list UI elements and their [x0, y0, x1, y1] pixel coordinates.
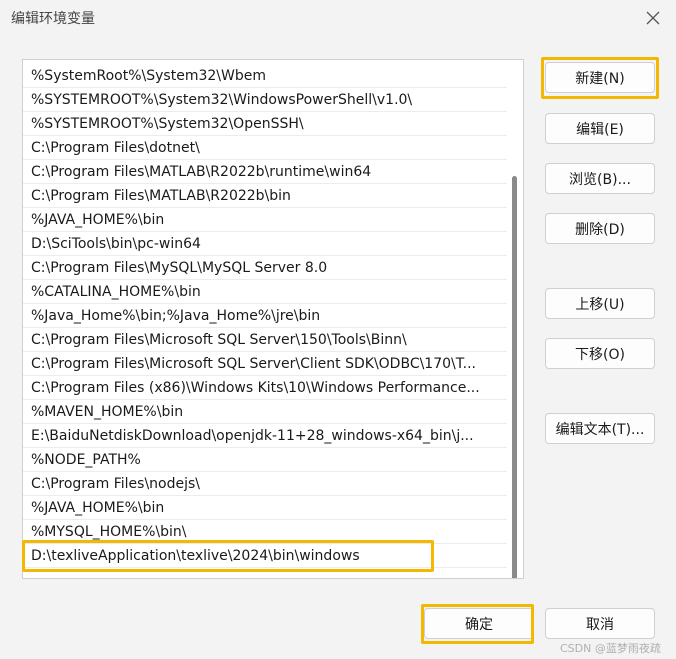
path-list-item-text: C:\Program Files\nodejs\: [31, 476, 201, 492]
path-list-item[interactable]: C:\Program Files\Microsoft SQL Server\15…: [23, 328, 507, 352]
path-list-item-text: C:\Program Files\Microsoft SQL Server\15…: [31, 332, 407, 348]
path-list-item-text: C:\Program Files\MATLAB\R2022b\runtime\w…: [31, 164, 372, 180]
path-list-item[interactable]: %SystemRoot%\System32\Wbem: [23, 64, 507, 88]
path-list-item[interactable]: %CATALINA_HOME%\bin: [23, 280, 507, 304]
path-list-item-text: %Java_Home%\bin;%Java_Home%\jre\bin: [31, 308, 321, 324]
path-list-item-text: C:\Program Files (x86)\Windows Kits\10\W…: [31, 380, 480, 396]
path-list-item-text: %JAVA_HOME%\bin: [31, 500, 165, 516]
close-icon: [646, 11, 660, 25]
path-list-item[interactable]: C:\Program Files\MySQL\MySQL Server 8.0: [23, 256, 507, 280]
path-list-item-text: %MYSQL_HOME%\bin\: [31, 524, 187, 540]
path-list-item-text: %SYSTEMROOT%\System32\OpenSSH\: [31, 116, 304, 132]
delete-button[interactable]: 删除(D): [545, 213, 655, 244]
path-list-item-text: C:\Program Files\MySQL\MySQL Server 8.0: [31, 260, 328, 276]
path-list-item-text: E:\BaiduNetdiskDownload\openjdk-11+28_wi…: [31, 428, 474, 444]
path-list: %SystemRoot%\System32\Wbem %SYSTEMROOT%\S…: [23, 64, 507, 568]
path-list-item[interactable]: %JAVA_HOME%\bin: [23, 496, 507, 520]
edit-text-button[interactable]: 编辑文本(T)...: [545, 413, 655, 444]
close-button[interactable]: [636, 4, 670, 32]
path-list-item[interactable]: %NODE_PATH%: [23, 448, 507, 472]
browse-button[interactable]: 浏览(B)...: [545, 163, 655, 194]
path-list-item[interactable]: %JAVA_HOME%\bin: [23, 208, 507, 232]
path-list-item[interactable]: C:\Program Files\dotnet\: [23, 136, 507, 160]
path-list-item[interactable]: E:\BaiduNetdiskDownload\openjdk-11+28_wi…: [23, 424, 507, 448]
highlight-box-new-button: [541, 57, 659, 99]
path-listbox[interactable]: %SystemRoot%\System32\Wbem %SYSTEMROOT%\S…: [22, 59, 524, 579]
cancel-button[interactable]: 取消: [545, 608, 655, 639]
path-list-item-text: C:\Program Files\dotnet\: [31, 140, 200, 156]
path-list-item-text: %SYSTEMROOT%\System32\WindowsPowerShell\…: [31, 92, 413, 108]
path-list-item[interactable]: C:\Program Files (x86)\Windows Kits\10\W…: [23, 376, 507, 400]
path-list-item[interactable]: C:\Program Files\nodejs\: [23, 472, 507, 496]
edit-button[interactable]: 编辑(E): [545, 113, 655, 144]
path-list-item-text: %MAVEN_HOME%\bin: [31, 404, 184, 420]
path-list-item-text: %NODE_PATH%: [31, 452, 141, 468]
window-title: 编辑环境变量: [11, 11, 95, 27]
path-list-item-text: %CATALINA_HOME%\bin: [31, 284, 201, 300]
title-bar: 编辑环境变量: [0, 0, 676, 36]
path-list-item[interactable]: %Java_Home%\bin;%Java_Home%\jre\bin: [23, 304, 507, 328]
path-list-item-text: %SystemRoot%\System32\Wbem: [31, 68, 266, 84]
highlight-box-ok-button: [421, 604, 534, 644]
move-up-button[interactable]: 上移(U): [545, 288, 655, 319]
path-list-item-text: %JAVA_HOME%\bin: [31, 212, 165, 228]
path-list-item[interactable]: %SYSTEMROOT%\System32\WindowsPowerShell\…: [23, 88, 507, 112]
path-list-item[interactable]: C:\Program Files\MATLAB\R2022b\runtime\w…: [23, 160, 507, 184]
path-list-item-text: C:\Program Files\MATLAB\R2022b\bin: [31, 188, 291, 204]
path-list-item[interactable]: %MAVEN_HOME%\bin: [23, 400, 507, 424]
path-list-item[interactable]: C:\Program Files\MATLAB\R2022b\bin: [23, 184, 507, 208]
path-list-item[interactable]: D:\SciTools\bin\pc-win64: [23, 232, 507, 256]
watermark: CSDN @蓝梦雨夜疏: [560, 642, 661, 655]
move-down-button[interactable]: 下移(O): [545, 338, 655, 369]
path-list-item[interactable]: %SYSTEMROOT%\System32\OpenSSH\: [23, 112, 507, 136]
scrollbar-thumb[interactable]: [512, 176, 517, 578]
path-list-item[interactable]: C:\Program Files\Microsoft SQL Server\Cl…: [23, 352, 507, 376]
path-list-item-text: D:\SciTools\bin\pc-win64: [31, 236, 201, 252]
highlight-box-list-item: [22, 540, 434, 572]
path-list-item-text: C:\Program Files\Microsoft SQL Server\Cl…: [31, 356, 476, 372]
